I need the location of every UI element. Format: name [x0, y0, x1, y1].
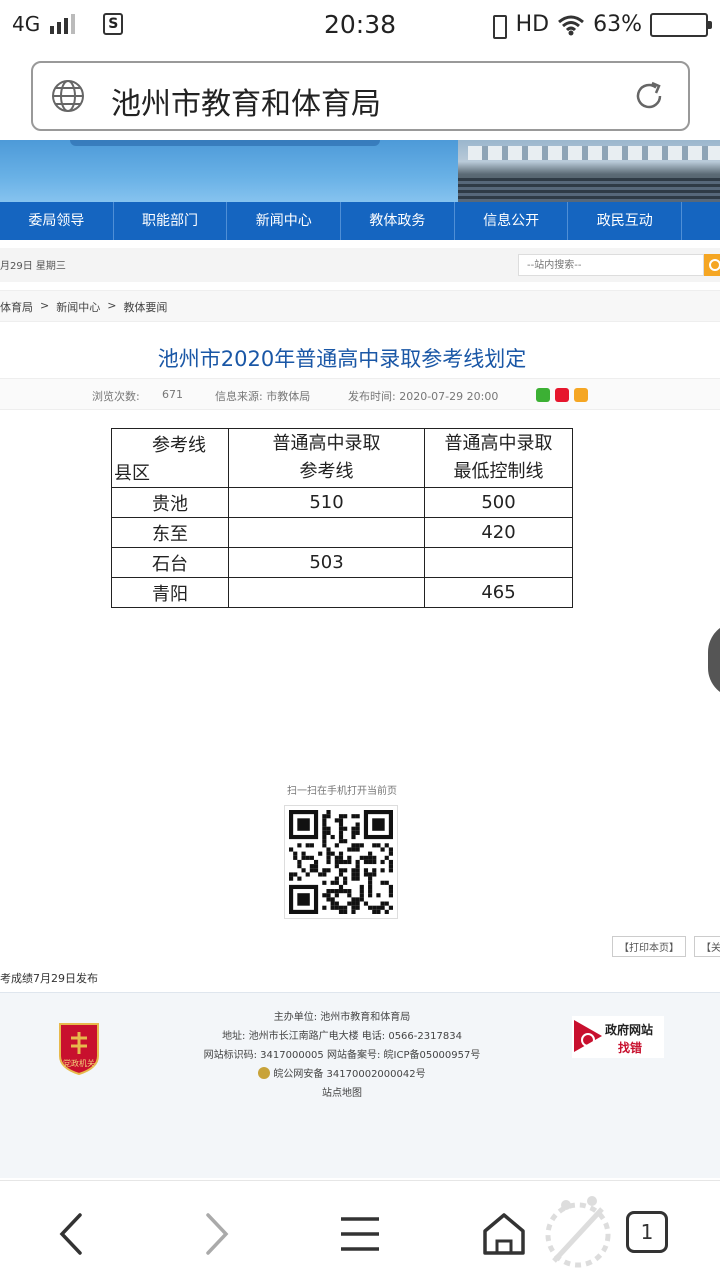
county-cell: 东至: [111, 517, 229, 548]
breadcrumb-news[interactable]: 新闻中心: [56, 299, 100, 321]
find-error-label: 找错: [618, 1041, 643, 1055]
footer-sitemap[interactable]: 站点地图: [0, 1084, 684, 1103]
article-meta: 浏览次数: 671 信息来源: 市教体局 发布时间: 2020-07-29 20…: [0, 378, 720, 410]
close-page-button[interactable]: 【关: [694, 936, 720, 957]
browser-bottom-nav: 1: [0, 1180, 720, 1280]
article-source: 信息来源: 市教体局: [215, 390, 311, 403]
minimum-cell: 420: [424, 517, 573, 548]
nav-item-departments[interactable]: 职能部门: [114, 202, 228, 240]
banner-building-image: [458, 140, 720, 202]
breadcrumb: 体育局 > 新闻中心 > 教体要闻: [0, 290, 720, 322]
page-actions: 【打印本页】 【关: [612, 936, 720, 957]
police-badge-icon: [258, 1067, 271, 1079]
breadcrumb-current[interactable]: 教体要闻: [123, 299, 167, 321]
weibo-share-icon[interactable]: [555, 388, 569, 402]
nav-item-info-public[interactable]: 信息公开: [455, 202, 569, 240]
nav-item-leaders[interactable]: 委局领导: [0, 202, 114, 240]
print-page-button[interactable]: 【打印本页】: [612, 936, 686, 957]
battery-percent: 63%: [593, 12, 642, 37]
status-right: HD 63%: [488, 12, 712, 39]
col-minimum-line2: 最低控制线: [453, 461, 544, 482]
table-row: 贵池 510 500: [111, 487, 573, 518]
network-type: 4G: [12, 12, 41, 36]
site-banner: [0, 140, 720, 202]
gov-site-error-report[interactable]: 政府网站 找错: [572, 1016, 664, 1058]
footer-police-text[interactable]: 皖公网安备 34170002000042号: [273, 1069, 425, 1080]
col-reference-header: 普通高中录取 参考线: [228, 428, 425, 488]
col-minimum-header: 普通高中录取 最低控制线: [424, 428, 573, 488]
corner-bottom-label: 县区: [114, 463, 150, 484]
footer-police: 皖公网安备 34170002000042号: [0, 1065, 684, 1084]
status-left: 4G S: [12, 12, 124, 36]
reference-cell: [228, 517, 425, 548]
vibrate-icon: [488, 13, 508, 39]
globe-icon: [52, 80, 84, 112]
back-arrow-icon[interactable]: [48, 1209, 98, 1259]
col-minimum-line1: 普通高中录取: [444, 433, 553, 454]
breadcrumb-separator: >: [107, 299, 117, 312]
search-button[interactable]: [704, 254, 720, 276]
reference-cell: 503: [228, 547, 425, 578]
hd-indicator: HD: [515, 12, 550, 37]
assistant-watermark-icon: [545, 1196, 611, 1268]
related-article-link[interactable]: 考成绩7月29日发布: [0, 970, 98, 986]
qr-code-pattern: [289, 810, 393, 914]
current-date: 月29日 星期三: [0, 261, 66, 272]
emblem-label: 党政机关: [63, 1058, 95, 1068]
views-label: 浏览次数:: [92, 390, 140, 403]
main-nav: 委局领导 职能部门 新闻中心 教体政务 信息公开 政民互动 办: [0, 202, 720, 240]
date-search-row: 月29日 星期三: [0, 248, 720, 282]
minimum-cell: 500: [424, 487, 573, 518]
signal-icon: [50, 14, 76, 34]
qr-caption: 扫一扫在手机打开当前页: [287, 786, 397, 797]
corner-top-label: 参考线: [152, 435, 206, 456]
site-search-input[interactable]: [518, 254, 704, 276]
nav-item-news[interactable]: 新闻中心: [227, 202, 342, 240]
sim-card-icon: S: [103, 13, 124, 35]
county-cell: 石台: [111, 547, 229, 578]
home-icon[interactable]: [479, 1209, 529, 1259]
banner-title-graphic: [70, 140, 380, 146]
table-header-row: 参考线 县区 普通高中录取 参考线 普通高中录取 最低控制线: [111, 428, 573, 488]
minimum-cell: 465: [424, 577, 573, 608]
reload-icon[interactable]: [632, 79, 666, 113]
breadcrumb-home[interactable]: 体育局: [0, 299, 33, 321]
battery-icon: [650, 12, 712, 37]
reference-cell: [228, 577, 425, 608]
col-reference-line2: 参考线: [299, 461, 354, 482]
forward-arrow-icon[interactable]: [192, 1209, 242, 1259]
nav-item-interaction[interactable]: 政民互动: [568, 202, 683, 240]
table-corner-cell: 参考线 县区: [111, 428, 229, 488]
nav-item-service[interactable]: 办: [682, 202, 720, 240]
wifi-icon: [558, 15, 585, 35]
nav-item-affairs[interactable]: 教体政务: [341, 202, 455, 240]
gov-site-label: 政府网站: [605, 1023, 654, 1037]
views-count: 671: [162, 388, 183, 401]
floating-side-button[interactable]: [708, 622, 720, 698]
table-row: 石台 503: [111, 547, 573, 578]
county-cell: 贵池: [111, 487, 229, 518]
table-row: 东至 420: [111, 517, 573, 548]
col-reference-line1: 普通高中录取: [272, 433, 381, 454]
party-government-emblem-icon[interactable]: 党政机关: [56, 1020, 102, 1076]
magnifier-icon: [574, 1020, 602, 1052]
qr-code-image: [284, 805, 398, 919]
tab-switcher-button[interactable]: 1: [626, 1211, 668, 1253]
reference-cell: 510: [228, 487, 425, 518]
county-cell: 青阳: [111, 577, 229, 608]
page-title-in-address-bar[interactable]: 池州市教育和体育局: [111, 79, 381, 123]
breadcrumb-separator: >: [40, 299, 50, 312]
article-title: 池州市2020年普通高中录取参考线划定: [157, 347, 527, 371]
address-bar[interactable]: 池州市教育和体育局: [31, 61, 690, 131]
qzone-share-icon[interactable]: [574, 388, 588, 402]
menu-icon[interactable]: [335, 1209, 385, 1259]
minimum-cell: [424, 547, 573, 578]
table-row: 青阳 465: [111, 577, 573, 608]
status-bar: 4G S 20:38 HD 63%: [0, 0, 720, 50]
publish-time: 发布时间: 2020-07-29 20:00: [348, 390, 499, 403]
wechat-share-icon[interactable]: [536, 388, 550, 402]
score-table: 参考线 县区 普通高中录取 参考线 普通高中录取 最低控制线 贵池 510 50…: [111, 428, 573, 608]
